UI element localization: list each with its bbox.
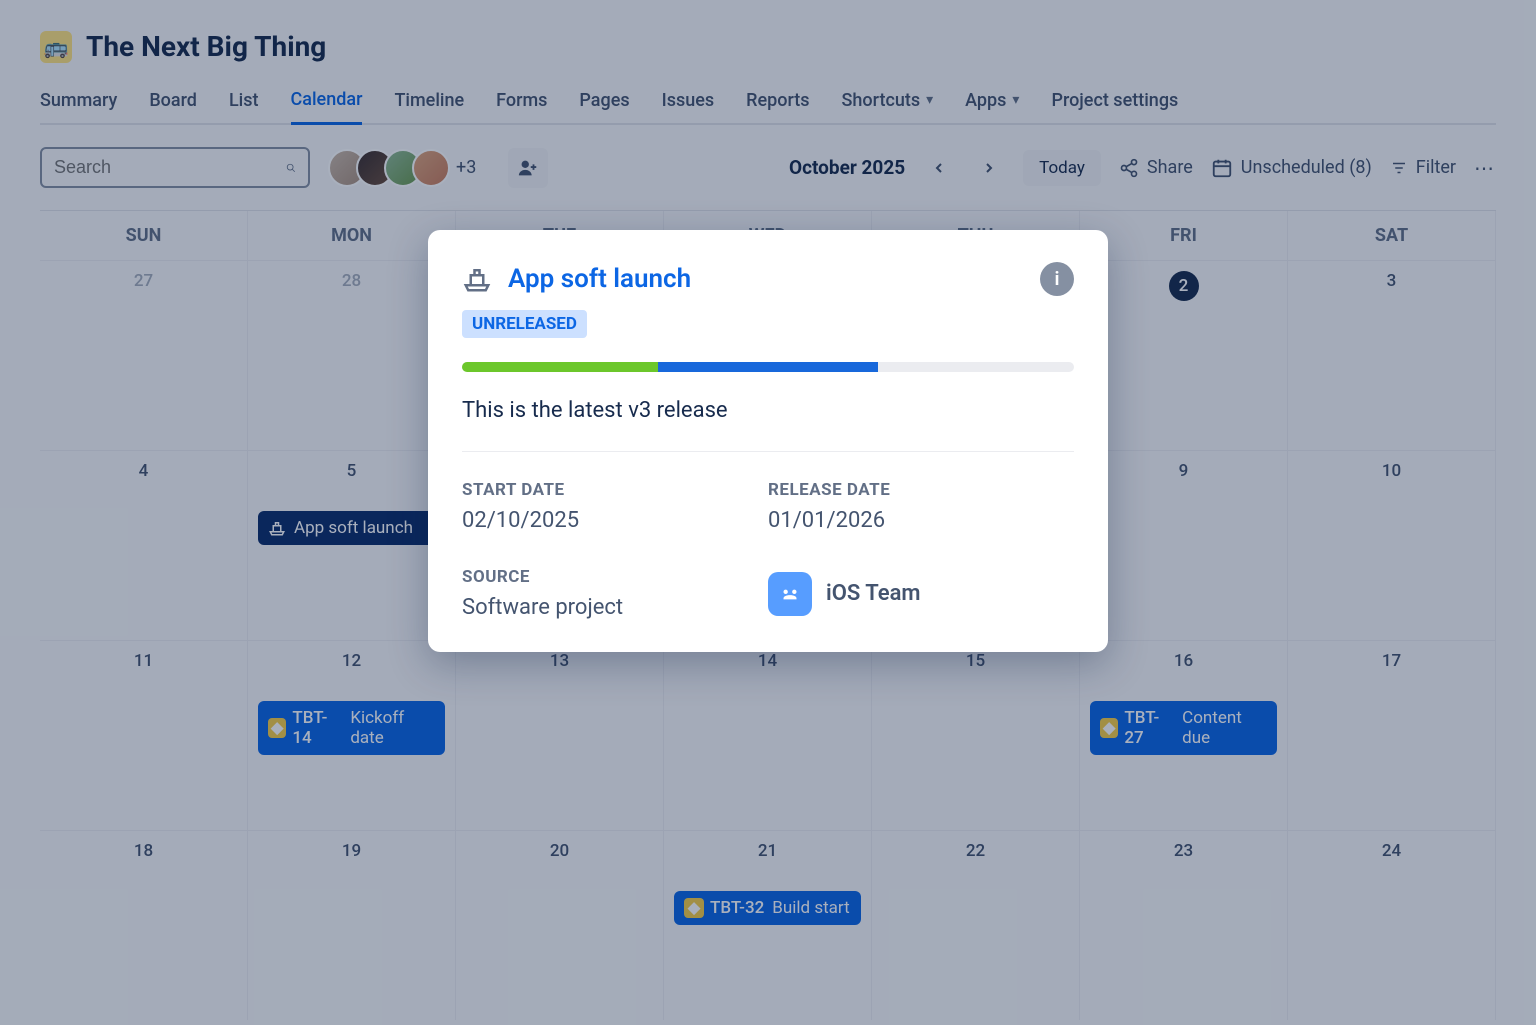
info-icon: i <box>1055 269 1060 290</box>
progress-bar <box>462 362 1074 372</box>
release-date-field: RELEASE DATE 01/01/2026 <box>768 480 1074 533</box>
team-icon <box>768 572 812 616</box>
status-badge: UNRELEASED <box>462 310 587 338</box>
popover-description: This is the latest v3 release <box>462 398 1074 423</box>
modal-overlay[interactable]: App soft launch i UNRELEASED This is the… <box>0 0 1536 1025</box>
info-button[interactable]: i <box>1040 262 1074 296</box>
team-name: iOS Team <box>826 581 921 606</box>
popover-title[interactable]: App soft launch <box>508 264 691 294</box>
source-field: SOURCE Software project <box>462 567 768 620</box>
team-field[interactable]: iOS Team <box>768 567 1074 620</box>
release-popover: App soft launch i UNRELEASED This is the… <box>428 230 1108 652</box>
start-date-field: START DATE 02/10/2025 <box>462 480 768 533</box>
ship-icon <box>462 264 492 294</box>
